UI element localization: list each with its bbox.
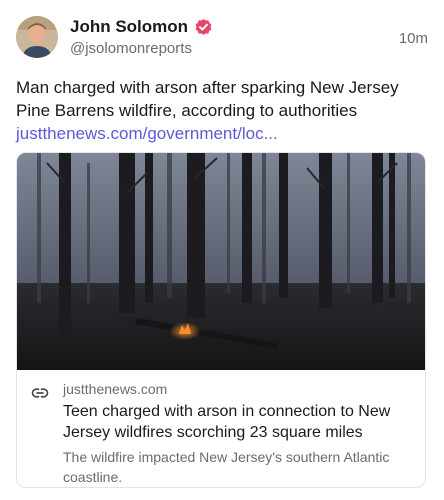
- card-domain: justthenews.com: [63, 381, 168, 397]
- verified-badge-icon: [195, 18, 212, 35]
- author-handle[interactable]: @jsolomonreports: [70, 40, 192, 57]
- burned-forest-image: [17, 153, 425, 370]
- post-text-line-2: Pine Barrens wildfire, according to auth…: [16, 101, 358, 120]
- link-icon: [31, 388, 49, 398]
- card-title[interactable]: Teen charged with arson in connection to…: [63, 401, 413, 443]
- social-post: John Solomon @jsolomonreports 10m Man ch…: [0, 0, 444, 500]
- post-text: Man charged with arson after sparking Ne…: [16, 76, 426, 145]
- card-body: justthenews.com Teen charged with arson …: [17, 370, 425, 487]
- post-text-line-1: Man charged with arson after sparking Ne…: [16, 78, 399, 97]
- author-name-text[interactable]: John Solomon: [70, 17, 188, 37]
- link-preview-card[interactable]: justthenews.com Teen charged with arson …: [16, 152, 426, 488]
- post-timestamp[interactable]: 10m: [399, 30, 428, 47]
- card-description: The wildfire impacted New Jersey's south…: [63, 449, 390, 485]
- post-link[interactable]: justthenews.com/government/loc...: [16, 122, 426, 145]
- avatar-image: [16, 16, 58, 58]
- author-name[interactable]: John Solomon: [70, 17, 213, 37]
- avatar[interactable]: [16, 16, 58, 58]
